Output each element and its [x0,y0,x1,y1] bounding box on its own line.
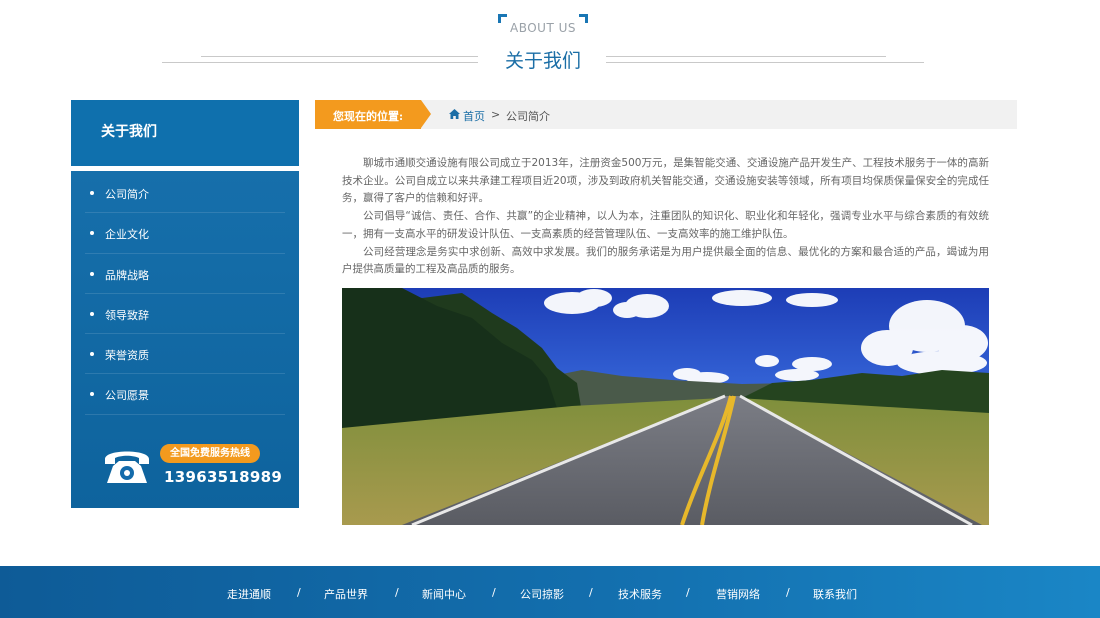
bullet-icon [90,271,94,276]
sidebar-item-label: 品牌战略 [105,268,149,282]
footer-link-products[interactable]: 产品世界 [324,586,368,602]
hotline-label: 全国免费服务热线 [160,444,260,463]
breadcrumb: 您现在的位置: 首页 > 公司简介 [315,100,1017,129]
footer: 走进通顺 / 产品世界 / 新闻中心 / 公司掠影 / 技术服务 / 营销网络 … [0,566,1100,618]
sidebar-item-corporate-culture[interactable]: 企业文化 [85,213,285,254]
bullet-icon [90,191,94,195]
article-paragraph: 公司倡导“诚信、责任、合作、共赢”的企业精神，以人为本，注重团队的知识化、职业化… [342,210,989,240]
article-content: 聊城市通顺交通设施有限公司成立于2013年，注册资金500万元，是集智能交通、交… [342,155,989,279]
divider-left-lower [162,62,478,63]
sidebar-item-label: 公司简介 [105,188,149,201]
footer-separator: / [589,586,593,599]
breadcrumb-prefix-tag: 您现在的位置: [315,100,431,129]
footer-link-tech-service[interactable]: 技术服务 [618,586,662,602]
breadcrumb-separator: > [491,108,501,121]
sidebar-title: 关于我们 [101,124,157,140]
footer-link-news[interactable]: 新闻中心 [422,586,466,602]
sidebar-item-brand-strategy[interactable]: 品牌战略 [85,254,285,294]
sidebar-item-vision[interactable]: 公司愿景 [85,374,285,415]
footer-separator: / [786,586,790,599]
breadcrumb-prefix: 您现在的位置: [333,110,404,123]
sidebar-item-leader-speech[interactable]: 领导致辞 [85,294,285,335]
divider-left-upper [201,56,478,57]
footer-nav: 走进通顺 / 产品世界 / 新闻中心 / 公司掠影 / 技术服务 / 营销网络 … [0,586,1100,602]
sidebar-item-honors[interactable]: 荣誉资质 [85,334,285,375]
phone-icon [105,451,149,483]
bullet-icon [90,352,94,357]
footer-link-about[interactable]: 走进通顺 [227,586,271,602]
road-landscape-illustration [342,288,989,525]
bullet-icon [90,392,94,397]
sidebar-menu: 公司简介 企业文化 品牌战略 领导致辞 荣誉资质 公司愿景 全国免费服务热线 1… [71,171,299,508]
section-header: ABOUT US 关于我们 [0,0,1100,90]
footer-link-marketing[interactable]: 营销网络 [716,586,760,602]
bullet-icon [90,231,94,236]
footer-link-contact[interactable]: 联系我们 [813,586,857,602]
footer-separator: / [686,586,690,599]
road-landscape-image [342,288,989,525]
sidebar-item-label: 荣誉资质 [105,349,149,363]
section-title: 关于我们 [504,50,581,72]
divider-right-lower [606,62,924,63]
sidebar-item-label: 企业文化 [105,228,149,242]
breadcrumb-home-link[interactable]: 首页 [463,108,485,124]
bullet-icon [90,311,94,316]
hotline-block: 全国免费服务热线 13963518989 [71,441,299,501]
breadcrumb-current: 公司简介 [506,110,550,123]
sidebar-item-label: 公司愿景 [105,389,149,403]
sidebar-item-label: 领导致辞 [105,308,149,322]
footer-separator: / [297,586,301,599]
divider-right-upper [606,56,886,57]
footer-link-gallery[interactable]: 公司掠影 [520,586,564,602]
footer-separator: / [492,586,496,599]
hotline-number[interactable]: 13963518989 [164,468,282,486]
sidebar-header: 关于我们 [71,100,299,166]
sidebar-menu-list: 公司简介 企业文化 品牌战略 领导致辞 荣誉资质 公司愿景 [71,173,299,415]
footer-separator: / [395,586,399,599]
article-paragraph: 公司经营理念是务实中求创新、高效中求发展。我们的服务承诺是为用户提供最全面的信息… [342,245,989,276]
home-icon[interactable] [449,109,460,119]
article-paragraph: 聊城市通顺交通设施有限公司成立于2013年，注册资金500万元，是集智能交通、交… [342,157,989,205]
sidebar-item-company-profile[interactable]: 公司简介 [85,173,285,214]
section-subtitle: ABOUT US [509,21,576,35]
